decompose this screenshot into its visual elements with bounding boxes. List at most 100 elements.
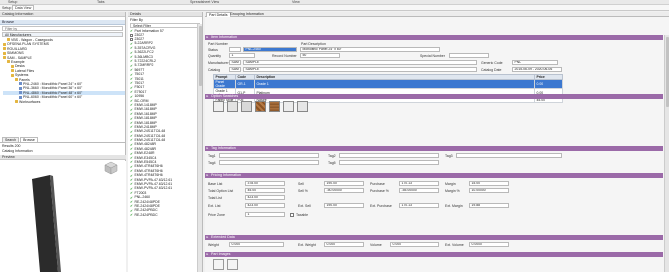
taxable-checkbox[interactable] <box>290 213 294 217</box>
tag5-field[interactable] <box>339 160 439 165</box>
catalog-date-field[interactable]: 2015-06-09 - 2020-06-06 <box>512 67 562 72</box>
tag-info-section[interactable]: Tag Information <box>205 146 663 151</box>
catalog-info-link[interactable]: Catalog Information <box>2 149 33 153</box>
list-item-label: EMW-1418MP <box>134 102 157 107</box>
filter-input[interactable]: Filter by <box>2 26 123 31</box>
manufacturer-code-field[interactable]: SAM <box>229 60 241 65</box>
tab-data-view[interactable]: Data View <box>12 5 35 10</box>
tree-node[interactable]: Worksurfaces <box>3 100 125 104</box>
list-item-label: 75017 <box>134 81 145 85</box>
margin-field[interactable]: 15.00 <box>469 181 509 186</box>
purchase-field[interactable]: 170.13 <box>399 181 439 186</box>
details-panel: Details Filter By Select Filter ✔Part In… <box>128 12 203 272</box>
special-number-field[interactable] <box>449 53 489 58</box>
purchase-pct-field[interactable]: -55.00000 <box>399 188 439 193</box>
ext-list-field[interactable]: 423.00 <box>245 203 285 208</box>
part-image-thumb[interactable] <box>213 259 224 270</box>
purchase-label: Purchase <box>370 182 385 186</box>
volume-field[interactable]: 0.000 <box>390 242 439 247</box>
sell-pct-field[interactable]: -50.00000 <box>324 188 364 193</box>
check-icon[interactable]: ✔ <box>130 213 133 217</box>
quantity-stepper[interactable]: 1 <box>229 53 255 58</box>
part-number-caption: Part Number <box>208 42 228 46</box>
part-number-field[interactable]: PNL-2460 <box>243 47 297 52</box>
divider <box>0 142 126 143</box>
swatch-tile[interactable] <box>213 101 224 112</box>
catalog-code-field[interactable]: SAM <box>229 67 241 72</box>
ribbon-group-spreadsheet[interactable]: Spreadsheet View <box>190 0 219 4</box>
base-list-label: Base List <box>208 182 223 186</box>
preview-canvas[interactable] <box>0 161 126 272</box>
record-number-field[interactable]: 50 <box>300 53 340 58</box>
total-list-field[interactable]: 423.00 <box>245 195 285 200</box>
item-info-section[interactable]: Item Information <box>205 35 663 40</box>
tag3-field[interactable] <box>456 153 562 158</box>
tag4-field[interactable] <box>219 160 319 165</box>
generic-code-field[interactable]: PNL <box>512 60 558 65</box>
swatch-tile[interactable] <box>227 101 238 112</box>
ext-volume-label: Ext. Volume <box>445 243 464 247</box>
catalog-name-field[interactable]: SAMPLE <box>243 67 477 72</box>
scroll-thumb[interactable] <box>665 37 669 107</box>
option-swatches-section[interactable]: Option Swatches <box>205 94 663 99</box>
sell-label: Sell <box>298 182 304 186</box>
tag2-field[interactable] <box>339 153 439 158</box>
list-item-label: EMW-24S11TC6-48 <box>134 129 166 134</box>
list-item-label: EMW-1818MP <box>134 116 157 121</box>
ext-margin-field[interactable]: 19.88 <box>469 203 509 208</box>
manufacturer-select[interactable]: All Manufacturers <box>2 32 123 37</box>
list-item[interactable]: ✔RE-2424PBDC <box>128 213 202 217</box>
pricing-section[interactable]: Pricing Information <box>205 173 663 178</box>
table-row[interactable]: Panel Grade GR-1 Grade 1 0.00 <box>213 79 563 89</box>
checkbox[interactable] <box>130 37 133 41</box>
ext-volume-field[interactable]: 0.0000 <box>469 242 509 247</box>
sell-field[interactable]: 190.00 <box>324 181 364 186</box>
ext-weight-field[interactable]: 0.000 <box>324 242 364 247</box>
list-item-label: EMW-48248R <box>134 142 157 147</box>
select-filter-dropdown[interactable]: Select Filter <box>130 23 200 28</box>
manufacturer-label: Manufacturer <box>208 61 229 65</box>
list-item-label: EMW-24S11TC6-48 <box>134 138 166 143</box>
details-list: ✔Part Information 57 23027 23027 ✔5-22ARRP2… <box>128 29 202 217</box>
list-item-label: 5-22ARRP2 <box>134 41 153 46</box>
swatch-tile[interactable] <box>297 101 308 112</box>
extended-data-section[interactable]: Extended Data <box>205 235 663 240</box>
checkbox[interactable] <box>130 33 133 37</box>
tag1-label: Tag1 <box>208 154 216 158</box>
swatch-tile[interactable] <box>241 101 252 112</box>
swatch-tile[interactable] <box>255 101 266 112</box>
view-cube-icon[interactable] <box>104 161 118 175</box>
total-list-label: Total List <box>208 196 222 200</box>
manufacturer-name-field[interactable]: SAMPLE <box>243 60 477 65</box>
swatch-tile[interactable] <box>283 101 294 112</box>
margin-pct-field[interactable]: 10.00000 <box>469 188 509 193</box>
list-item-label: 5-357ACRVG <box>134 45 156 50</box>
panel-3d-preview <box>32 175 61 272</box>
total-option-list-field[interactable]: 45.00 <box>245 188 285 193</box>
ribbon-group-view[interactable]: View <box>292 0 300 4</box>
swatch-tile[interactable] <box>269 101 280 112</box>
detail-scrollbar[interactable] <box>664 35 669 272</box>
ribbon-group-setup[interactable]: Setup <box>8 0 17 4</box>
details-scrollbar[interactable] <box>197 24 202 272</box>
catalog-info-header: Catalog Information <box>0 12 125 17</box>
tab-grouping-information[interactable]: Grouping Information <box>228 12 266 16</box>
tag1-field[interactable] <box>219 153 319 158</box>
price-zone-select[interactable]: 1 <box>245 212 285 217</box>
part-images-section[interactable]: Part Images <box>205 252 663 257</box>
list-item-label: F5017 <box>134 85 145 90</box>
part-image-thumb[interactable] <box>227 259 238 270</box>
weight-label: Weight <box>208 243 219 247</box>
list-item-label: EMW-E248R <box>134 151 155 156</box>
list-item-label: 5697T <box>134 67 145 72</box>
ribbon-group-tabs[interactable]: Tabs <box>97 0 105 4</box>
list-item-label: EMW-1818MP <box>134 120 157 125</box>
status-select[interactable] <box>229 47 241 52</box>
tab-setup[interactable]: Setup <box>2 6 11 10</box>
ext-purchase-field[interactable]: 170.13 <box>399 203 439 208</box>
ext-sell-field[interactable]: 190.00 <box>324 203 364 208</box>
weight-field[interactable]: 0.000 <box>229 242 284 247</box>
part-description-field[interactable]: Monolithic Panel 24" x 60" <box>300 47 440 52</box>
scroll-thumb[interactable] <box>198 26 202 86</box>
base-list-field[interactable]: 378.00 <box>245 181 285 186</box>
